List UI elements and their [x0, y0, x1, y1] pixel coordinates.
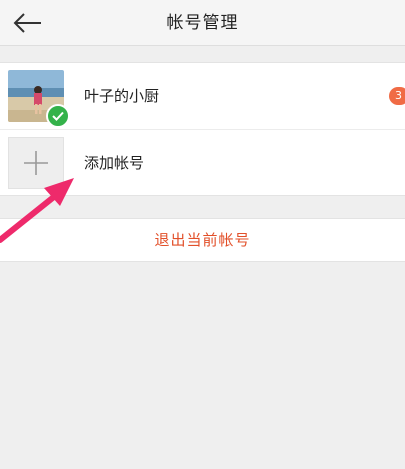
account-name: 叶子的小厨 — [84, 87, 160, 105]
selected-check-icon — [46, 104, 70, 128]
add-account-button[interactable] — [8, 137, 64, 189]
account-row[interactable]: 叶子的小厨 3 — [0, 63, 405, 129]
logout-button[interactable]: 退出当前帐号 — [0, 218, 405, 262]
nav-bar: 帐号管理 — [0, 0, 405, 46]
add-account-label[interactable]: 添加帐号 — [84, 130, 144, 196]
account-list: 叶子的小厨 3 添加帐号 — [0, 62, 405, 196]
add-account-row[interactable]: 添加帐号 — [0, 129, 405, 195]
plus-icon — [24, 151, 48, 175]
avatar — [8, 70, 70, 128]
page-title: 帐号管理 — [166, 13, 239, 33]
notification-badge: 3 — [389, 87, 405, 105]
